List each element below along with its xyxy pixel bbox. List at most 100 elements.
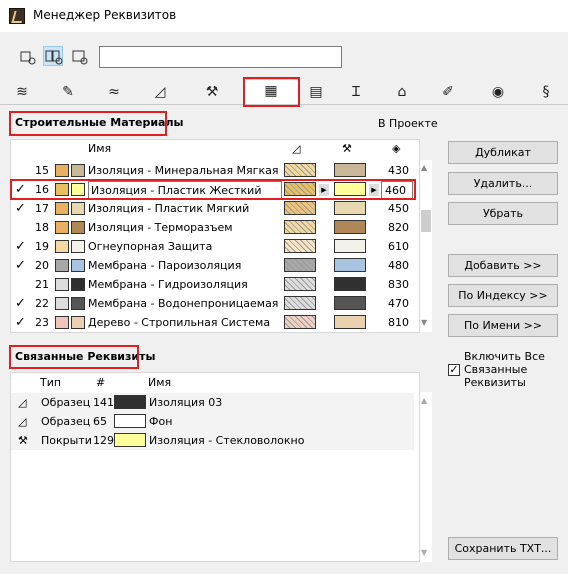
list-view-button[interactable] xyxy=(17,46,37,66)
material-row[interactable]: ✓ 19 Огнеупорная Защита 610 xyxy=(11,237,409,256)
fill-icon: ◿ xyxy=(154,84,166,100)
tab-surfaces[interactable]: ⚒ xyxy=(192,81,232,103)
include-all-checkbox[interactable]: ✓ xyxy=(448,364,460,376)
fill-preview[interactable] xyxy=(284,258,316,272)
related-name: Изоляция 03 xyxy=(149,396,223,409)
add-button[interactable]: Добавить >> xyxy=(448,254,558,277)
related-index: 129 xyxy=(93,434,114,447)
column-number[interactable]: # xyxy=(96,376,105,389)
line-type-icon: ≈ xyxy=(108,84,120,100)
delete-button[interactable]: Удалить... xyxy=(448,172,558,195)
remove-button[interactable]: Убрать xyxy=(448,202,558,225)
surface-preview[interactable] xyxy=(334,163,366,177)
zone-icon: ⌂ xyxy=(397,84,407,100)
material-row[interactable]: ✓ 22 Мембрана - Водонепроницаемая 470 xyxy=(11,294,409,313)
material-name: Мембрана - Водонепроницаемая xyxy=(88,297,279,310)
tab-markup[interactable]: § xyxy=(526,81,566,103)
priority-value[interactable]: 810 xyxy=(385,313,409,332)
tab-profiles[interactable]: Ɪ xyxy=(336,81,376,103)
scroll-up-icon[interactable]: ▲ xyxy=(421,163,427,172)
related-scroll-up-icon[interactable]: ▲ xyxy=(421,396,427,405)
in-project-check[interactable]: ✓ xyxy=(15,237,27,256)
surface-preview[interactable] xyxy=(334,296,366,310)
material-row[interactable]: ✓ 17 Изоляция - Пластик Мягкий 450 xyxy=(11,199,409,218)
fill-preview[interactable] xyxy=(284,163,316,177)
column-fill[interactable]: ◿ xyxy=(292,142,300,155)
search-input[interactable] xyxy=(99,46,342,68)
material-row[interactable]: 15 Изоляция - Минеральная Мягкая 430 xyxy=(11,161,409,180)
priority-value[interactable]: 470 xyxy=(385,294,409,313)
materials-scrollbar[interactable] xyxy=(420,160,432,332)
priority-value[interactable]: 610 xyxy=(385,237,409,256)
column-surface[interactable]: ⚒ xyxy=(342,142,352,155)
tab-city[interactable]: ◉ xyxy=(478,81,518,103)
priority-value[interactable]: 820 xyxy=(385,218,409,237)
related-section-title: Связанные Реквизиты xyxy=(15,350,156,363)
pen-icon: ✎ xyxy=(62,84,74,100)
in-project-check[interactable]: ✓ xyxy=(15,294,27,313)
fill-icon: ◿ xyxy=(18,396,27,409)
priority-value[interactable]: 460 xyxy=(381,181,413,200)
in-project-check[interactable]: ✓ xyxy=(15,199,27,218)
surface-dropdown-icon[interactable]: ▶ xyxy=(369,184,379,196)
priority-value[interactable]: 430 xyxy=(385,161,409,180)
material-index: 19 xyxy=(35,240,49,253)
related-scroll-down-icon[interactable]: ▼ xyxy=(421,548,427,557)
column-priority[interactable]: ◈ xyxy=(392,142,400,155)
in-project-check[interactable]: ✓ xyxy=(15,256,27,275)
tab-composites[interactable]: ▤ xyxy=(296,81,336,103)
surface-preview[interactable] xyxy=(334,315,366,329)
material-index: 23 xyxy=(35,316,49,329)
fill-preview[interactable] xyxy=(284,220,316,234)
preview-view-button[interactable] xyxy=(69,46,89,66)
priority-value[interactable]: 830 xyxy=(385,275,409,294)
tab-fills[interactable]: ◿ xyxy=(140,81,180,103)
fill-preview[interactable] xyxy=(284,315,316,329)
related-row[interactable]: ⚒ Покрыти 129 Изоляция - Стекловолокно xyxy=(11,431,414,450)
fill-preview[interactable] xyxy=(284,182,316,196)
in-project-check[interactable]: ✓ xyxy=(15,313,27,332)
by-name-button[interactable]: По Имени >> xyxy=(448,314,558,337)
related-scrollbar[interactable] xyxy=(420,392,432,562)
material-row[interactable]: 18 Изоляция - Терморазъем 820 xyxy=(11,218,409,237)
scroll-down-icon[interactable]: ▼ xyxy=(421,318,427,327)
fill-preview[interactable] xyxy=(284,296,316,310)
surface-preview[interactable] xyxy=(334,239,366,253)
save-txt-button[interactable]: Сохранить ТХТ... xyxy=(448,537,558,560)
column-related-name[interactable]: Имя xyxy=(148,376,171,389)
include-all-label: Включить Все Связанные Реквизиты xyxy=(464,350,545,389)
scroll-thumb[interactable] xyxy=(421,210,431,232)
column-type[interactable]: Тип xyxy=(40,376,61,389)
by-index-button[interactable]: По Индексу >> xyxy=(448,284,558,307)
material-row[interactable]: ✓ 23 Дерево - Стропильная Система 810 xyxy=(11,313,409,332)
surface-preview[interactable] xyxy=(334,182,366,196)
priority-value[interactable]: 480 xyxy=(385,256,409,275)
related-row[interactable]: ◿ Образец 141 Изоляция 03 xyxy=(11,393,414,412)
fill-dropdown-icon[interactable]: ▶ xyxy=(319,184,329,196)
column-name[interactable]: Имя xyxy=(88,142,111,155)
surface-preview[interactable] xyxy=(334,220,366,234)
surface-icon: ⚒ xyxy=(18,434,28,447)
tab-line-types[interactable]: ≈ xyxy=(94,81,134,103)
material-row[interactable]: ✓ 16 Изоляция - Пластик Жесткий 460 ▶ ▶ xyxy=(11,180,413,200)
building-materials-icon: ▦ xyxy=(264,83,278,99)
material-row[interactable]: ✓ 20 Мембрана - Пароизоляция 480 xyxy=(11,256,409,275)
tab-mep[interactable]: ✐ xyxy=(428,81,468,103)
fill-preview[interactable] xyxy=(284,201,316,215)
detail-view-button[interactable] xyxy=(43,46,63,66)
surface-preview[interactable] xyxy=(334,258,366,272)
surface-preview[interactable] xyxy=(334,277,366,291)
priority-value[interactable]: 450 xyxy=(385,199,409,218)
fill-preview[interactable] xyxy=(284,239,316,253)
fill-preview[interactable] xyxy=(284,277,316,291)
in-project-check[interactable]: ✓ xyxy=(15,180,27,199)
tab-pens[interactable]: ✎ xyxy=(48,81,88,103)
surface-swatch xyxy=(71,183,85,196)
tab-layers[interactable]: ≋ xyxy=(2,81,42,103)
surface-preview[interactable] xyxy=(334,201,366,215)
tab-zones[interactable]: ⌂ xyxy=(382,81,422,103)
related-row[interactable]: ◿ Образец 65 Фон xyxy=(11,412,414,431)
duplicate-button[interactable]: Дубликат xyxy=(448,141,558,164)
material-row[interactable]: 21 Мембрана - Гидроизоляция 830 xyxy=(11,275,409,294)
tab-building-materials[interactable]: ▦ xyxy=(243,79,299,104)
